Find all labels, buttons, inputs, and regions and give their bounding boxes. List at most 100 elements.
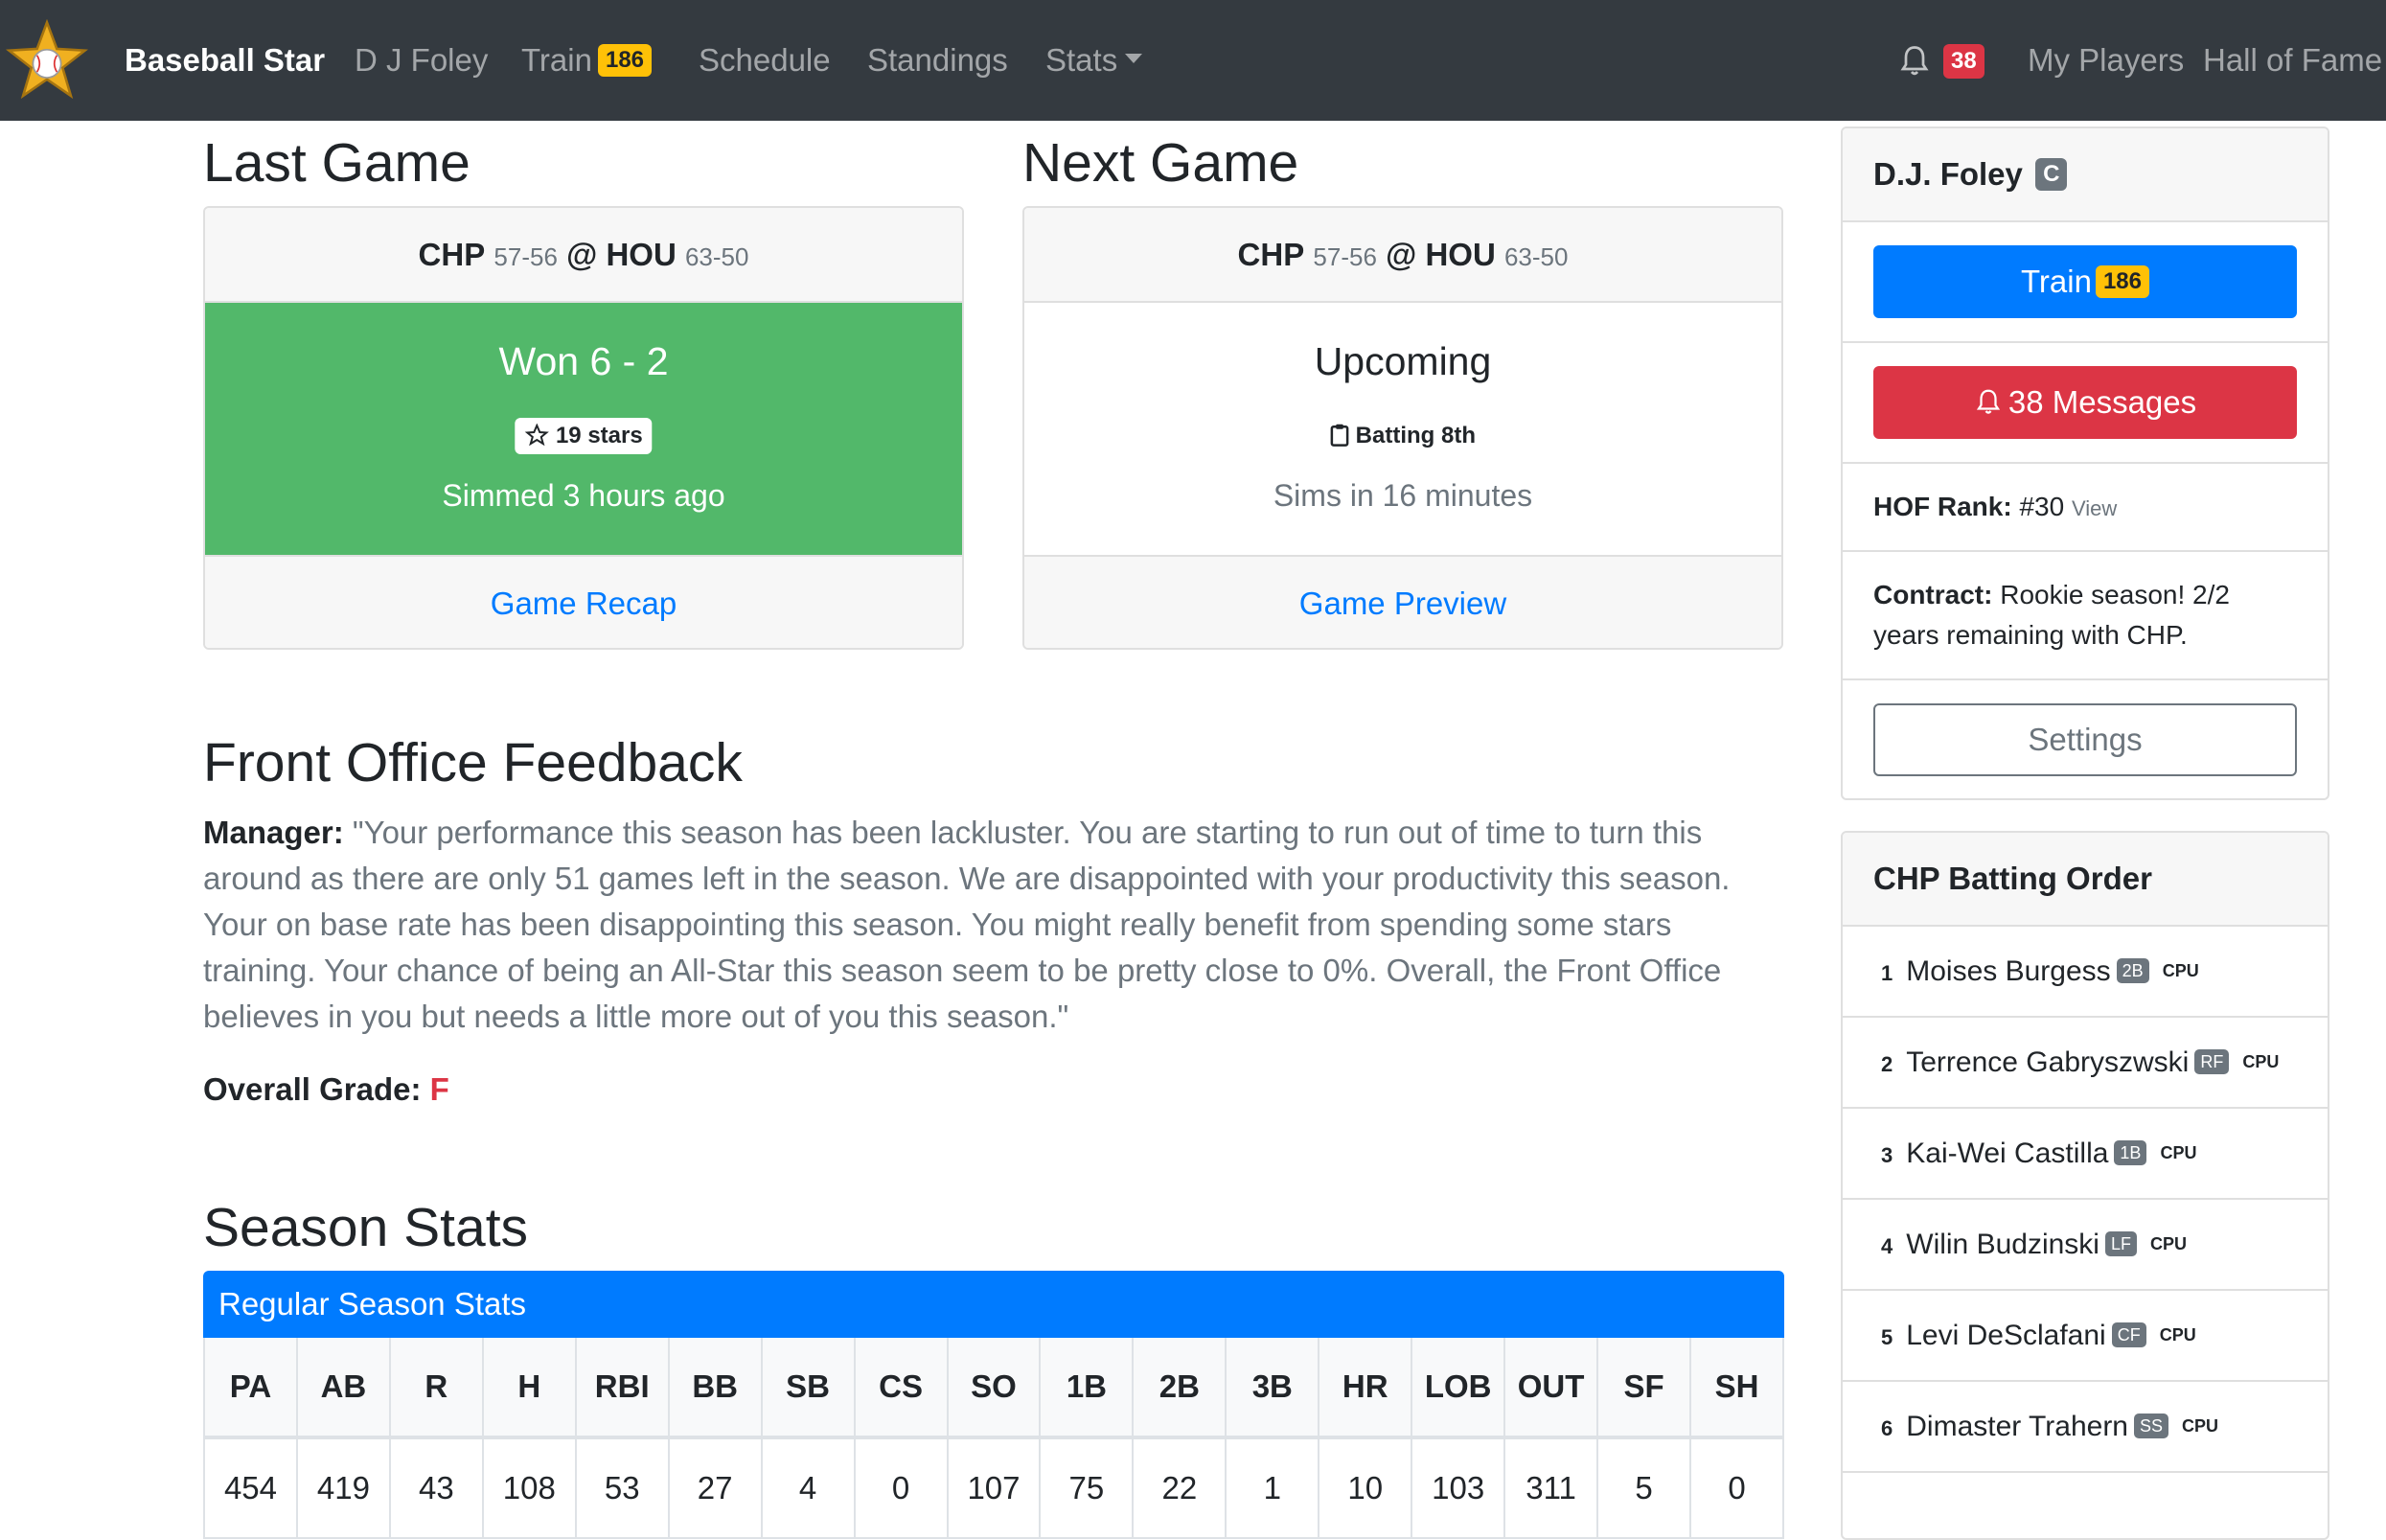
batting-position-text: Batting 8th: [1355, 423, 1476, 448]
batting-order-item[interactable]: 6 Dimaster Trahern SS CPU: [1843, 1382, 2328, 1473]
nav-hall-of-fame-link[interactable]: Hall of Fame: [2203, 0, 2382, 121]
stat-header[interactable]: BB: [667, 1338, 763, 1439]
stat-header[interactable]: R: [388, 1338, 484, 1439]
cpu-tag: CPU: [2182, 1415, 2219, 1436]
stat-header[interactable]: OUT: [1503, 1338, 1599, 1439]
grade-value: F: [429, 1071, 449, 1107]
nav-my-players-link[interactable]: My Players: [2028, 0, 2184, 121]
stat-header[interactable]: 2B: [1132, 1338, 1227, 1439]
last-game-matchup: CHP 57-56 @ HOU 63-50: [205, 208, 962, 303]
messages-row: 38 Messages: [1843, 343, 2328, 464]
stat-header[interactable]: RBI: [574, 1338, 670, 1439]
stat-header[interactable]: H: [481, 1338, 577, 1439]
stat-header[interactable]: SO: [946, 1338, 1042, 1439]
player-name: Wilin Budzinski: [1906, 1229, 2099, 1260]
order-number: 2: [1881, 1052, 1893, 1076]
stat-value: 4: [760, 1437, 856, 1539]
nav-player-link[interactable]: D J Foley: [355, 0, 488, 121]
stat-header[interactable]: HR: [1318, 1338, 1413, 1439]
position-badge: C: [2035, 158, 2068, 192]
hof-view-link[interactable]: View: [2072, 496, 2117, 520]
stat-value: 454: [203, 1437, 298, 1539]
away-team: CHP: [1237, 237, 1305, 272]
stat-value: 1: [1225, 1437, 1320, 1539]
stats-header-row: PA AB R H RBI BB SB CS SO 1B 2B 3B HR LO…: [203, 1338, 1784, 1439]
top-navbar: Baseball Star D J Foley Train 186 Schedul…: [0, 0, 2386, 121]
train-button[interactable]: Train 186: [1873, 245, 2297, 318]
batting-position: Batting 8th: [1024, 418, 1781, 454]
stat-header[interactable]: CS: [853, 1338, 949, 1439]
at-sign: @: [1386, 237, 1417, 272]
position-badge: SS: [2134, 1414, 2169, 1439]
brand-link[interactable]: Baseball Star: [125, 0, 325, 121]
sims-in-time: Sims in 16 minutes: [1273, 478, 1533, 513]
home-record: 63-50: [684, 242, 749, 271]
batting-order-item[interactable]: 4 Wilin Budzinski LF CPU: [1843, 1200, 2328, 1291]
stat-header[interactable]: PA: [203, 1338, 298, 1439]
away-record: 57-56: [493, 242, 558, 271]
stat-header[interactable]: 1B: [1039, 1338, 1135, 1439]
nav-schedule-link[interactable]: Schedule: [699, 0, 831, 121]
stat-value: 0: [853, 1437, 949, 1539]
nav-stats-dropdown[interactable]: Stats: [1045, 0, 1143, 121]
manager-feedback: Manager: "Your performance this season h…: [203, 810, 1784, 1040]
nav-train-link[interactable]: Train 186: [521, 0, 653, 121]
order-number: 6: [1881, 1416, 1893, 1440]
hof-rank-value: #30: [2019, 492, 2065, 521]
notifications-badge[interactable]: 38: [1943, 44, 1985, 79]
at-sign: @: [566, 237, 598, 272]
player-name: D.J. Foley: [1873, 156, 2023, 192]
batting-order-item[interactable]: 2 Terrence Gabryszwski RF CPU: [1843, 1018, 2328, 1109]
home-team: HOU: [606, 237, 677, 272]
stat-value: 22: [1132, 1437, 1227, 1539]
stat-header[interactable]: LOB: [1411, 1338, 1506, 1439]
home-record: 63-50: [1503, 242, 1569, 271]
clipboard-icon: [1330, 424, 1349, 447]
position-badge: LF: [2104, 1231, 2137, 1257]
train-button-label: Train: [2020, 264, 2092, 299]
stat-header[interactable]: AB: [295, 1338, 391, 1439]
settings-button[interactable]: Settings: [1873, 703, 2297, 776]
simmed-time: Simmed 3 hours ago: [442, 478, 725, 513]
grade-label: Overall Grade:: [203, 1071, 422, 1107]
order-number: 5: [1881, 1325, 1893, 1349]
stats-value-row: 454 419 43 108 53 27 4 0 107 75 22 1 10 …: [203, 1437, 1784, 1539]
cpu-tag: CPU: [2160, 1142, 2197, 1162]
batting-order-heading: CHP Batting Order: [1843, 833, 2328, 927]
stat-value: 107: [946, 1437, 1042, 1539]
bell-icon[interactable]: [1897, 42, 1932, 79]
manager-label: Manager:: [203, 815, 344, 850]
last-game-result-panel: Won 6 - 2 19 stars Simmed 3 hours ago: [205, 303, 962, 555]
hof-rank-label: HOF Rank:: [1873, 492, 2012, 521]
player-card-header: D.J. Foley C: [1843, 128, 2328, 222]
feedback-heading: Front Office Feedback: [203, 732, 743, 793]
cpu-tag: CPU: [2159, 1324, 2196, 1345]
star-outline-icon: [524, 423, 549, 446]
stat-header[interactable]: SB: [760, 1338, 856, 1439]
stat-value: 53: [574, 1437, 670, 1539]
home-team: HOU: [1425, 237, 1496, 272]
game-recap-link[interactable]: Game Recap: [205, 555, 962, 648]
stat-header[interactable]: SF: [1596, 1338, 1691, 1439]
caret-down-icon: [1125, 54, 1143, 64]
cpu-tag: CPU: [2242, 1051, 2280, 1071]
game-preview-link[interactable]: Game Preview: [1024, 555, 1781, 648]
nav-standings-link[interactable]: Standings: [867, 0, 1008, 121]
baseball-star-logo-icon[interactable]: [6, 19, 88, 102]
stat-value: 75: [1039, 1437, 1135, 1539]
batting-order-item[interactable]: 5 Levi DeSclafani CF CPU: [1843, 1291, 2328, 1382]
stat-value: 0: [1689, 1437, 1784, 1539]
batting-order-item[interactable]: 1 Moises Burgess 2B CPU: [1843, 927, 2328, 1018]
messages-button[interactable]: 38 Messages: [1873, 366, 2297, 439]
stat-value: 43: [388, 1437, 484, 1539]
player-card: D.J. Foley C Train 186 38 Messages HOF Ra…: [1841, 126, 2329, 800]
batting-order-item[interactable]: 3 Kai-Wei Castilla 1B CPU: [1843, 1109, 2328, 1200]
next-game-matchup: CHP 57-56 @ HOU 63-50: [1024, 208, 1781, 303]
stat-header[interactable]: 3B: [1225, 1338, 1320, 1439]
last-game-card: CHP 57-56 @ HOU 63-50 Won 6 - 2 19 stars…: [203, 206, 964, 650]
player-name: Levi DeSclafani: [1906, 1320, 2106, 1351]
stat-value: 10: [1318, 1437, 1413, 1539]
away-team: CHP: [418, 237, 486, 272]
stat-header[interactable]: SH: [1689, 1338, 1784, 1439]
order-number: 4: [1881, 1234, 1893, 1258]
